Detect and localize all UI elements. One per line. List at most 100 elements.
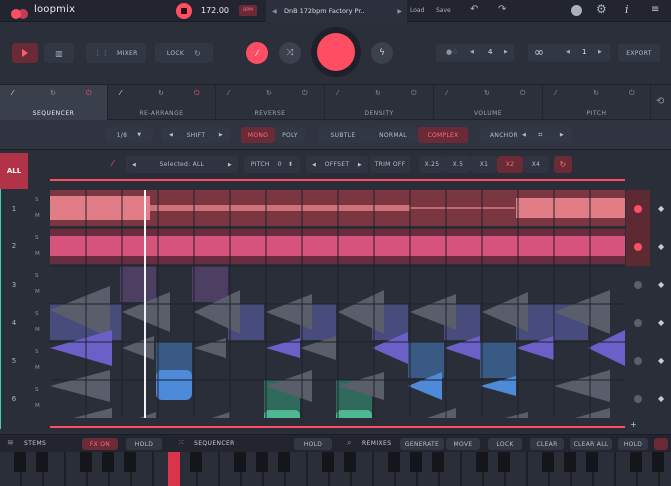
- tempo-tag[interactable]: BPM: [239, 5, 257, 16]
- play-button[interactable]: [12, 43, 38, 63]
- chevron-right-icon[interactable]: ▶: [228, 162, 232, 168]
- solo-button[interactable]: S: [35, 387, 39, 393]
- cycle-icon[interactable]: ⟲: [656, 96, 664, 107]
- mono-button[interactable]: MONO: [241, 127, 275, 143]
- speed-x025[interactable]: X.25: [419, 156, 445, 173]
- dice-icon[interactable]: ⁄: [112, 159, 113, 168]
- save-button[interactable]: Save: [436, 7, 451, 14]
- clear-all-button[interactable]: CLEAR ALL: [570, 438, 612, 450]
- solo-button[interactable]: S: [35, 349, 39, 355]
- chevron-right-icon[interactable]: ▶: [219, 132, 223, 138]
- reset-button[interactable]: ↻: [554, 156, 572, 173]
- speed-x4[interactable]: X4: [523, 156, 549, 173]
- eraser-icon[interactable]: ◆: [658, 318, 664, 327]
- dice-icon[interactable]: ⁄: [12, 89, 13, 97]
- eraser-icon[interactable]: ◆: [658, 394, 664, 403]
- eraser-icon[interactable]: ◆: [658, 204, 664, 213]
- power-icon[interactable]: ⏻: [520, 89, 526, 98]
- gear-icon[interactable]: ⚙: [596, 2, 607, 16]
- add-track-icon[interactable]: +: [630, 420, 637, 429]
- dice-icon[interactable]: ⁄: [446, 89, 447, 97]
- dice-icon[interactable]: ⁄: [555, 89, 556, 97]
- trim-button[interactable]: TRIM OFF: [370, 156, 410, 173]
- refresh-icon[interactable]: ↻: [158, 89, 164, 97]
- dice-icon[interactable]: ⁄: [120, 89, 121, 97]
- pitch-control[interactable]: PITCH 0 ⬍: [244, 156, 300, 173]
- preset-selector[interactable]: ◀ DnB 172bpm Factory Pr.. ▶: [266, 0, 407, 22]
- offset-control[interactable]: ◀ OFFSET ▶: [306, 156, 368, 173]
- clear-button[interactable]: CLEAR: [530, 438, 564, 450]
- module-reverse[interactable]: ⁄ ↻ ⏻ REVERSE: [216, 85, 325, 120]
- refresh-icon[interactable]: ↻: [266, 89, 272, 97]
- all-tracks-button[interactable]: ALL: [0, 153, 28, 189]
- hold-button[interactable]: HOLD: [618, 438, 648, 450]
- power-icon[interactable]: ⏻: [86, 89, 92, 98]
- generate-button[interactable]: GENERATE: [400, 438, 444, 450]
- lock-button[interactable]: LOCK ↻: [155, 43, 213, 63]
- module-density[interactable]: ⁄ ↻ ⏻ DENSITY: [325, 85, 434, 120]
- eraser-icon[interactable]: ◆: [658, 280, 664, 289]
- module-pitch[interactable]: ⁄ ↻ ⏻ PITCH: [543, 85, 651, 120]
- record-arm-button[interactable]: [634, 357, 642, 365]
- energy-knob[interactable]: ϟ: [371, 42, 393, 64]
- palette-icon[interactable]: [571, 5, 582, 16]
- anchor-control[interactable]: ANCHOR ◀ ⌗ ▶: [480, 127, 572, 143]
- speed-x05[interactable]: X.5: [445, 156, 471, 173]
- undo-icon[interactable]: ↶: [470, 4, 478, 15]
- power-icon[interactable]: ⏻: [302, 89, 308, 98]
- mute-button[interactable]: M: [35, 403, 40, 409]
- move-button[interactable]: MOVE: [446, 438, 480, 450]
- redo-icon[interactable]: ↷: [498, 4, 506, 15]
- mixer-button[interactable]: ⋮⋮ MIXER: [86, 43, 146, 63]
- power-icon[interactable]: ⏻: [411, 89, 417, 98]
- bars-control[interactable]: ●⁘ ◀ 4 ▶: [436, 44, 514, 62]
- shift-control[interactable]: ◀ SHIFT ▶: [161, 127, 231, 143]
- mute-button[interactable]: M: [35, 365, 40, 371]
- chevron-left-icon[interactable]: ◀: [272, 8, 277, 15]
- refresh-icon[interactable]: ↻: [484, 89, 490, 97]
- dice-icon[interactable]: ⁄: [228, 89, 229, 97]
- hold-button[interactable]: HOLD: [126, 438, 162, 450]
- normal-button[interactable]: NORMAL: [368, 127, 418, 143]
- track-selector[interactable]: ◀ Selected: ALL ▶: [126, 156, 238, 173]
- refresh-icon[interactable]: ↻: [375, 89, 381, 97]
- mute-button[interactable]: M: [35, 251, 40, 257]
- shuffle-knob[interactable]: ⁄: [246, 42, 268, 64]
- record-arm-button[interactable]: [634, 243, 642, 251]
- speed-x1[interactable]: X1: [471, 156, 497, 173]
- increment-icon[interactable]: ▶: [598, 49, 602, 55]
- division-dropdown[interactable]: 1/8 ▼: [105, 127, 153, 143]
- info-icon[interactable]: i: [625, 3, 629, 16]
- fx-on-button[interactable]: FX ON: [82, 438, 118, 450]
- subtle-button[interactable]: SUBTLE: [318, 127, 368, 143]
- chevron-right-icon[interactable]: ▶: [560, 132, 564, 138]
- remix-slot-button[interactable]: [654, 438, 668, 450]
- lock-button[interactable]: LOCK: [488, 438, 522, 450]
- record-arm-button[interactable]: [634, 395, 642, 403]
- eraser-icon[interactable]: ◆: [658, 356, 664, 365]
- chevron-left-icon[interactable]: ◀: [132, 162, 136, 168]
- poly-button[interactable]: POLY: [275, 127, 305, 143]
- complex-button[interactable]: COMPLEX: [418, 127, 468, 143]
- tempo-value[interactable]: 172.00: [201, 6, 229, 15]
- menu-icon[interactable]: ≡: [651, 4, 659, 15]
- chevron-right-icon[interactable]: ▶: [397, 8, 402, 15]
- power-icon[interactable]: ⏻: [194, 89, 200, 98]
- stepper-icon[interactable]: ⬍: [288, 161, 293, 168]
- solo-button[interactable]: S: [35, 235, 39, 241]
- power-icon[interactable]: ⏻: [629, 89, 635, 98]
- playhead[interactable]: [144, 190, 146, 418]
- dice-icon[interactable]: ⁄: [337, 89, 338, 97]
- decrement-icon[interactable]: ◀: [566, 49, 570, 55]
- piano-keys[interactable]: [0, 452, 671, 486]
- record-arm-button[interactable]: [634, 205, 642, 213]
- decrement-icon[interactable]: ◀: [470, 49, 474, 55]
- load-button[interactable]: Load: [410, 7, 424, 14]
- random-knob[interactable]: ⤨: [279, 42, 301, 64]
- chevron-right-icon[interactable]: ▶: [358, 162, 362, 168]
- record-arm-button[interactable]: [634, 319, 642, 327]
- solo-button[interactable]: S: [35, 197, 39, 203]
- module-sequencer[interactable]: ⁄ ↻ ⏻ SEQUENCER: [0, 85, 108, 120]
- mute-button[interactable]: M: [35, 327, 40, 333]
- refresh-icon[interactable]: ↻: [50, 89, 56, 97]
